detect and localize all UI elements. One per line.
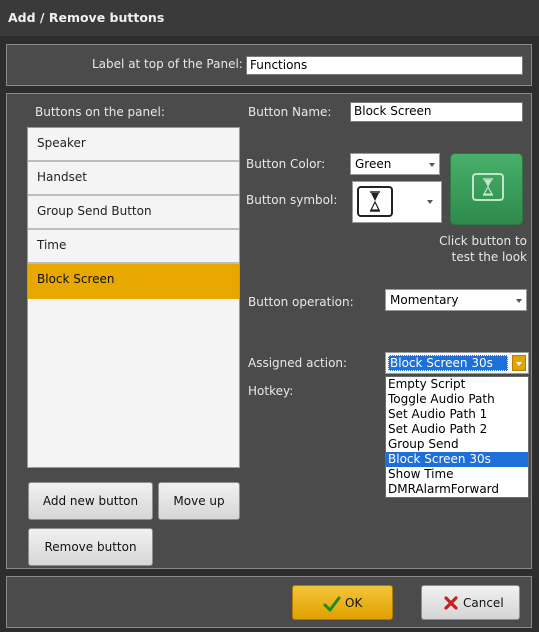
move-up-button[interactable]: Move up xyxy=(158,482,240,520)
dropdown-option[interactable]: Toggle Audio Path xyxy=(386,392,528,407)
dropdown-option[interactable]: Set Audio Path 1 xyxy=(386,407,528,422)
list-item[interactable]: Group Send Button xyxy=(28,196,239,230)
window-title: Add / Remove buttons xyxy=(8,10,165,25)
chevron-down-icon xyxy=(516,362,522,366)
cancel-label: Cancel xyxy=(463,596,504,610)
add-new-button[interactable]: Add new button xyxy=(28,482,153,520)
chevron-down-icon xyxy=(516,299,522,303)
button-symbol-select[interactable] xyxy=(352,181,442,223)
cancel-button[interactable]: Cancel xyxy=(421,585,520,620)
assigned-action-value: Block Screen 30s xyxy=(388,355,508,371)
list-item[interactable]: Handset xyxy=(28,162,239,196)
close-icon xyxy=(444,596,458,610)
button-operation-caption: Button operation: xyxy=(248,295,354,309)
button-name-input[interactable]: Block Screen xyxy=(350,102,523,122)
button-color-select[interactable]: Green xyxy=(350,153,440,175)
assigned-action-dropdown[interactable]: Empty Script Toggle Audio Path Set Audio… xyxy=(385,376,529,498)
button-symbol-caption: Button symbol: xyxy=(246,193,338,207)
button-color-caption: Button Color: xyxy=(246,157,326,171)
dropdown-option-selected[interactable]: Block Screen 30s xyxy=(386,452,528,467)
button-operation-select[interactable]: Momentary xyxy=(385,289,527,311)
dropdown-option[interactable]: Set Audio Path 2 xyxy=(386,422,528,437)
dropdown-toggle[interactable] xyxy=(512,355,526,371)
preview-caption-line1: Click button to xyxy=(439,234,527,248)
chevron-down-icon xyxy=(427,200,433,204)
buttons-list[interactable]: Speaker Handset Group Send Button Time B… xyxy=(27,127,240,468)
ok-label: OK xyxy=(345,596,363,610)
hourglass-icon xyxy=(472,173,504,201)
ok-button[interactable]: OK xyxy=(292,585,393,620)
title-bar: Add / Remove buttons xyxy=(0,0,539,36)
chevron-down-icon xyxy=(429,163,435,167)
button-color-value: Green xyxy=(355,157,392,171)
dropdown-option[interactable]: DMRAlarmForward xyxy=(386,482,528,497)
preview-caption-line2: test the look xyxy=(451,250,527,264)
dropdown-option[interactable]: Show Time xyxy=(386,467,528,482)
hotkey-caption: Hotkey: xyxy=(248,384,294,398)
preview-button[interactable] xyxy=(450,153,523,225)
buttons-list-caption: Buttons on the panel: xyxy=(35,105,165,119)
panel-label-caption: Label at top of the Panel: xyxy=(92,57,243,71)
list-item-selected[interactable]: Block Screen xyxy=(28,264,239,299)
list-item[interactable]: Time xyxy=(28,230,239,264)
list-item[interactable]: Speaker xyxy=(28,128,239,162)
assigned-action-caption: Assigned action: xyxy=(248,356,348,370)
assigned-action-select[interactable]: Block Screen 30s xyxy=(385,352,529,374)
panel-label-input[interactable]: Functions xyxy=(246,56,523,75)
checkmark-icon xyxy=(323,596,341,612)
preview-caption: Click button to test the look xyxy=(439,233,527,265)
dropdown-option[interactable]: Empty Script xyxy=(386,377,528,392)
remove-button[interactable]: Remove button xyxy=(28,528,153,566)
dropdown-option[interactable]: Group Send xyxy=(386,437,528,452)
button-name-caption: Button Name: xyxy=(248,105,332,119)
hourglass-icon xyxy=(357,186,393,217)
button-operation-value: Momentary xyxy=(390,293,459,307)
